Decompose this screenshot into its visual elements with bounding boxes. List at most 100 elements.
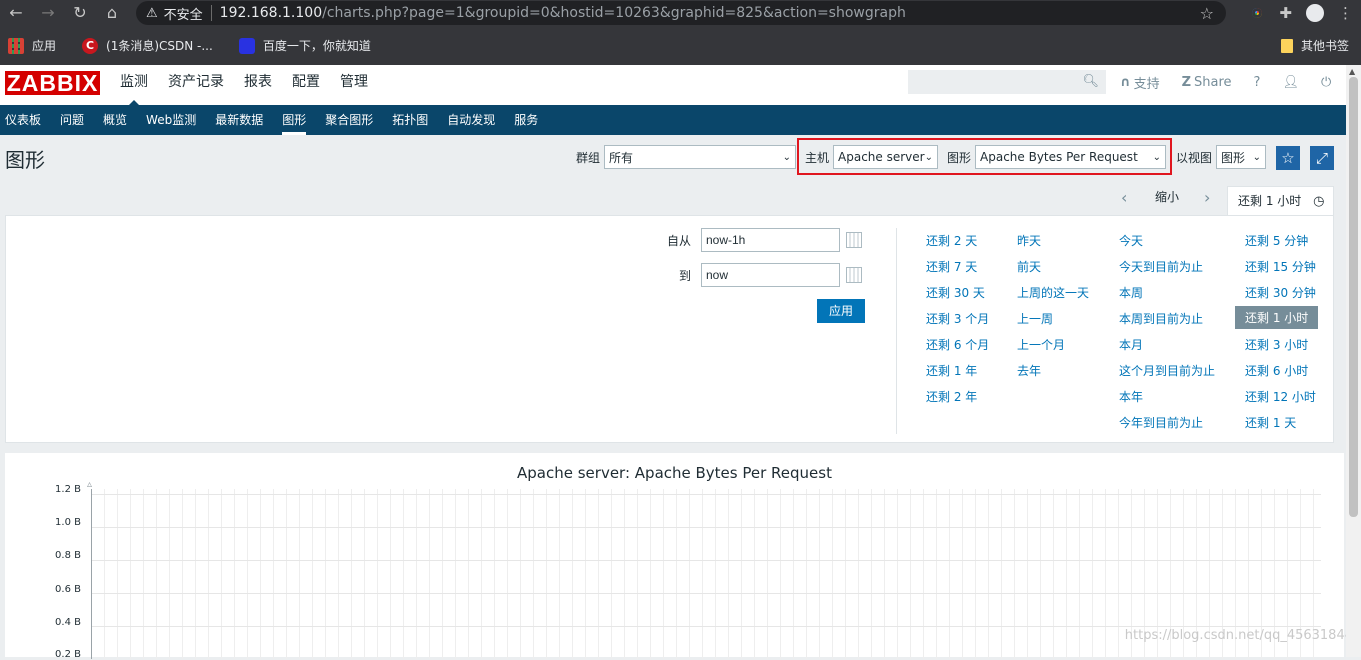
puzzle-icon[interactable]: ✚ (1279, 4, 1292, 22)
zoom-out-button[interactable]: 缩小 (1155, 188, 1179, 205)
y-axis-tick-label: 1.2 B (55, 484, 81, 495)
calendar-icon[interactable] (846, 267, 862, 283)
quick-range-link[interactable]: 今天 (1119, 232, 1143, 249)
scroll-up-icon[interactable]: ▲ (1349, 67, 1355, 76)
group-value: 所有 (609, 150, 634, 165)
quick-range-link[interactable]: 上一周 (1017, 310, 1053, 327)
chrome-extension-icon[interactable] (1249, 5, 1266, 21)
from-input[interactable] (701, 228, 840, 252)
back-icon[interactable]: ← (0, 0, 32, 26)
help-link[interactable]: ? (1254, 75, 1261, 90)
fullscreen-icon[interactable]: ⤢ (1310, 146, 1334, 170)
quick-range-link[interactable]: 还剩 3 个月 (926, 310, 989, 327)
apps-grid-icon (8, 37, 24, 54)
quick-range-link[interactable]: 今年到目前为止 (1119, 414, 1203, 431)
apply-button[interactable]: 应用 (817, 299, 865, 323)
quick-range-link[interactable]: 还剩 15 分钟 (1245, 258, 1316, 275)
profile-avatar-icon[interactable] (1306, 4, 1324, 22)
y-axis-tick-label: 1.0 B (55, 517, 81, 528)
group-select[interactable]: 所有 ⌄ (604, 145, 797, 169)
quick-range-link[interactable]: 还剩 2 天 (926, 232, 977, 249)
quick-range-link[interactable]: 上一个月 (1017, 336, 1065, 353)
headset-icon: ∩ (1120, 74, 1131, 90)
share-z-icon: Z (1181, 74, 1192, 90)
top-menu-monitoring[interactable]: 监测 (110, 65, 158, 106)
quick-range-link[interactable]: 本年 (1119, 388, 1143, 405)
graph-label: 图形 (947, 150, 972, 165)
quick-range-link[interactable]: 昨天 (1017, 232, 1041, 249)
top-menu: 监测 资产记录 报表 配置 管理 (110, 65, 378, 106)
bookmark-baidu[interactable]: 百度一下，你就知道 (238, 37, 371, 54)
top-menu-inventory[interactable]: 资产记录 (158, 65, 234, 105)
reload-icon[interactable]: ↻ (64, 0, 96, 26)
search-input[interactable]: 🔍︎ (908, 70, 1106, 94)
subnav-maps[interactable]: 拓扑图 (392, 105, 428, 135)
quick-range-link[interactable]: 还剩 5 分钟 (1245, 232, 1308, 249)
host-select[interactable]: Apache server ⌄ (833, 145, 939, 169)
logout-power-icon[interactable]: ⏻ (1321, 75, 1331, 90)
graph-select[interactable]: Apache Bytes Per Request ⌄ (975, 145, 1167, 169)
to-input[interactable] (701, 263, 840, 287)
quick-range-link[interactable]: 本周 (1119, 284, 1143, 301)
support-link[interactable]: ∩ 支持 (1120, 73, 1160, 92)
sub-navigation: 仪表板 问题 概览 Web监测 最新数据 图形 聚合图形 拓扑图 自动发现 服务 (0, 105, 1346, 135)
calendar-icon[interactable] (846, 232, 862, 248)
subnav-web[interactable]: Web监测 (146, 105, 196, 135)
subnav-services[interactable]: 服务 (514, 105, 538, 135)
timefilter-active-tab[interactable]: 还剩 1 小时 ◷ (1227, 186, 1334, 216)
quick-range-link[interactable]: 还剩 1 天 (1245, 414, 1296, 431)
quick-range-link[interactable]: 还剩 7 天 (926, 258, 977, 275)
subnav-overview[interactable]: 概览 (103, 105, 127, 135)
menu-kebab-icon[interactable]: ⋮ (1338, 4, 1353, 22)
baidu-icon (238, 37, 255, 54)
quick-range-link[interactable]: 这个月到目前为止 (1119, 362, 1215, 379)
quick-range-link-selected[interactable]: 还剩 1 小时 (1235, 306, 1319, 329)
quick-range-link[interactable]: 还剩 30 分钟 (1245, 284, 1316, 301)
zabbix-logo[interactable]: ZABBIX (5, 71, 100, 95)
quick-range-link[interactable]: 还剩 1 年 (926, 362, 977, 379)
quick-range-link[interactable]: 本周到目前为止 (1119, 310, 1203, 327)
subnav-problems[interactable]: 问题 (60, 105, 84, 135)
quick-range-link[interactable]: 还剩 2 年 (926, 388, 977, 405)
address-bar[interactable]: ⚠ 不安全 192.168.1.100 /charts.php?page=1&g… (136, 1, 1226, 25)
time-forward-icon[interactable]: › (1204, 188, 1210, 207)
favorite-star-button[interactable]: ☆ (1276, 146, 1300, 170)
top-menu-administration[interactable]: 管理 (330, 65, 378, 105)
quick-range-link[interactable]: 本月 (1119, 336, 1143, 353)
user-profile-icon[interactable]: 👤︎ (1282, 75, 1299, 90)
scrollbar-thumb[interactable] (1349, 77, 1358, 517)
graph-value: Apache Bytes Per Request (980, 150, 1138, 164)
quick-range-link[interactable]: 还剩 12 小时 (1245, 388, 1316, 405)
page-scrollbar[interactable]: ▲ (1346, 65, 1361, 657)
bookmark-other[interactable]: 其他书签 (1280, 37, 1349, 54)
bookmark-apps[interactable]: 应用 (8, 37, 56, 54)
bookmark-label: (1条消息)CSDN -... (106, 39, 213, 53)
host-filter: 主机 Apache server ⌄ (805, 145, 939, 169)
warning-icon: ⚠ (146, 5, 158, 21)
subnav-latest-data[interactable]: 最新数据 (215, 105, 263, 135)
subnav-discovery[interactable]: 自动发现 (447, 105, 495, 135)
quick-range-link[interactable]: 还剩 3 小时 (1245, 336, 1308, 353)
home-icon[interactable]: ⌂ (96, 0, 128, 26)
quick-range-link[interactable]: 前天 (1017, 258, 1041, 275)
quick-range-link[interactable]: 还剩 6 小时 (1245, 362, 1308, 379)
top-menu-reports[interactable]: 报表 (234, 65, 282, 105)
quick-range-link[interactable]: 还剩 6 个月 (926, 336, 989, 353)
view-select[interactable]: 图形 ⌄ (1216, 145, 1267, 169)
bookmark-star-icon[interactable]: ☆ (1200, 4, 1214, 23)
divider (896, 228, 897, 434)
subnav-dashboard[interactable]: 仪表板 (5, 105, 41, 135)
quick-range-link[interactable]: 去年 (1017, 362, 1041, 379)
quick-range-link[interactable]: 还剩 30 天 (926, 284, 985, 301)
quick-range-link[interactable]: 上周的这一天 (1017, 284, 1089, 301)
forward-icon[interactable]: → (32, 0, 64, 26)
share-link[interactable]: Z Share (1182, 75, 1232, 90)
subnav-screens[interactable]: 聚合图形 (325, 105, 373, 135)
top-menu-configuration[interactable]: 配置 (282, 65, 330, 105)
search-icon[interactable]: 🔍︎ (1082, 74, 1099, 89)
bookmark-csdn[interactable]: C (1条消息)CSDN -... (82, 37, 213, 54)
host-value: Apache server (838, 150, 925, 164)
time-back-icon[interactable]: ‹ (1121, 188, 1127, 207)
quick-range-link[interactable]: 今天到目前为止 (1119, 258, 1203, 275)
subnav-graphs[interactable]: 图形 (282, 105, 307, 135)
